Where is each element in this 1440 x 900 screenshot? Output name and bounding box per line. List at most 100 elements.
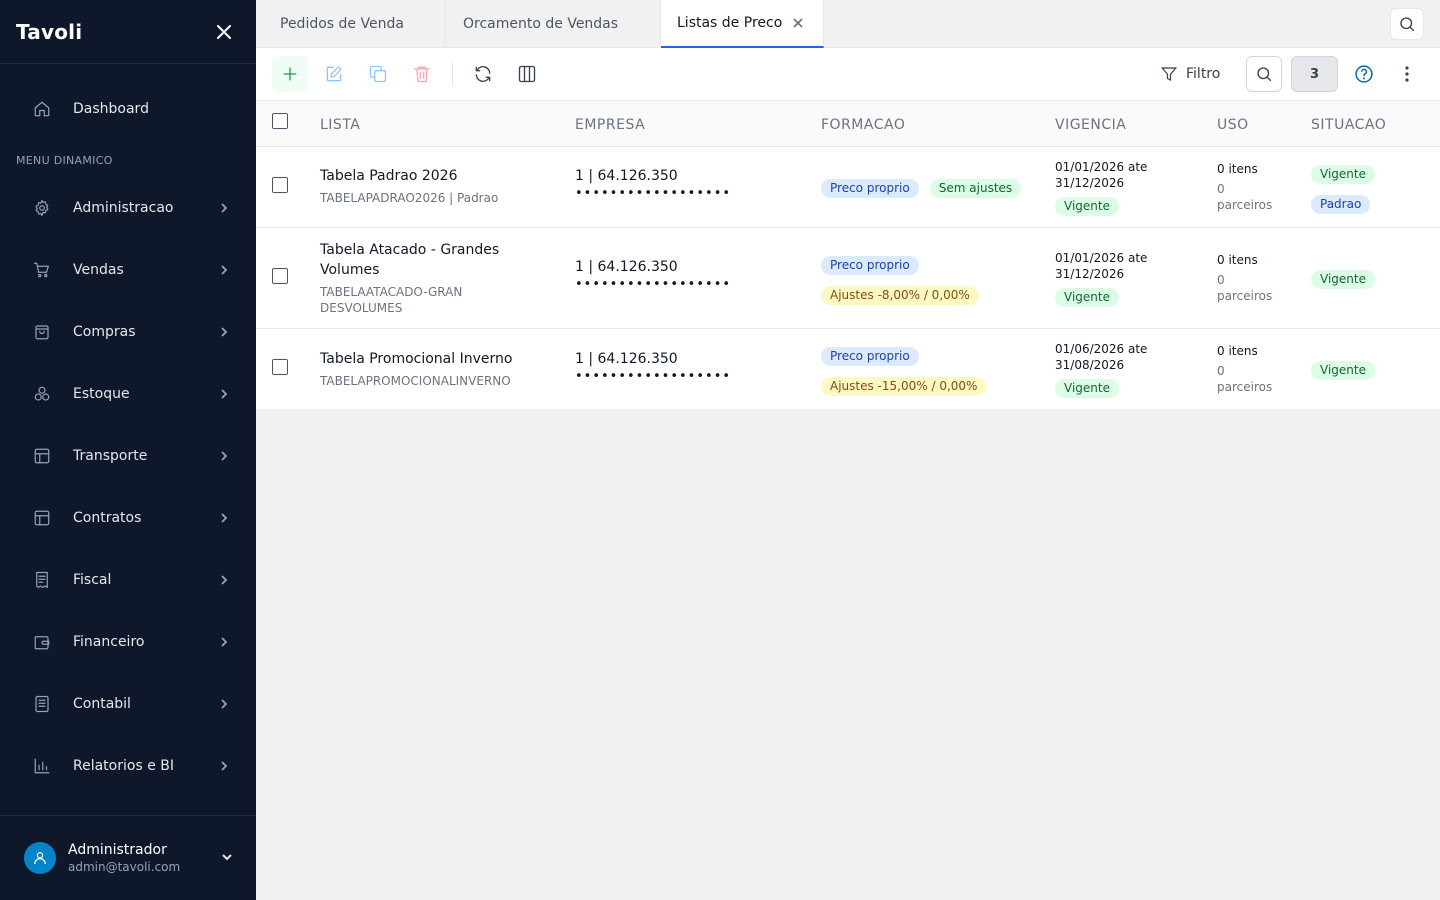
kebab-menu-icon <box>1405 66 1409 82</box>
sidebar-item-contabil[interactable]: Contabil <box>0 673 256 735</box>
copy-icon <box>369 65 387 83</box>
filter-icon <box>1160 67 1178 81</box>
global-search-button[interactable] <box>1390 8 1424 40</box>
status-badge: Vigente <box>1311 270 1375 289</box>
sidebar-item-contratos[interactable]: Contratos <box>0 487 256 549</box>
row-checkbox[interactable] <box>272 177 288 193</box>
empresa-masked: •••••••••••••••••• <box>575 186 732 201</box>
list-code: TABELAPROMOCIONALINVERNO <box>320 374 511 388</box>
chevron-right-icon <box>218 509 230 528</box>
column-header-uso[interactable]: USO <box>1217 117 1249 133</box>
avatar <box>24 842 56 874</box>
formacao-badge: Ajustes -15,00% / 0,00% <box>821 377 987 396</box>
wallet-icon <box>33 633 51 651</box>
tab-label: Orcamento de Vendas <box>463 16 619 32</box>
sidebar-item-label: Financeiro <box>73 634 145 650</box>
situacao-cell: Vigente <box>1311 359 1375 380</box>
lista-cell: Tabela Promocional Inverno TABELAPROMOCI… <box>320 349 550 389</box>
close-sidebar-button[interactable] <box>214 22 234 42</box>
formacao-badge: Preco proprio <box>821 256 919 275</box>
more-options-button[interactable] <box>1396 62 1418 86</box>
vigencia-cell: 01/06/2026 ate 31/08/2026 Vigente <box>1055 341 1175 398</box>
vigencia-cell: 01/01/2026 ate 31/12/2026 Vigente <box>1055 159 1175 216</box>
table-row[interactable]: Tabela Atacado - Grandes Volumes TABELAA… <box>256 228 1440 329</box>
filter-button[interactable]: Filtro <box>1160 58 1220 90</box>
situacao-cell: Vigente Padrao <box>1311 163 1375 214</box>
plus-icon <box>283 67 297 81</box>
status-badge: Vigente <box>1311 361 1375 380</box>
edit-button[interactable] <box>316 56 352 92</box>
formacao-badge: Preco proprio <box>821 347 919 366</box>
sidebar-item-compras[interactable]: Compras <box>0 301 256 363</box>
sidebar-item-label: Estoque <box>73 386 130 402</box>
uso-parceiros: 0 parceiros <box>1217 364 1273 394</box>
gear-icon <box>33 199 51 217</box>
uso-cell: 0 itens 0 parceiros <box>1217 161 1283 213</box>
columns-button[interactable] <box>509 56 545 92</box>
filter-label: Filtro <box>1186 66 1221 82</box>
select-all-checkbox[interactable] <box>272 113 288 129</box>
lista-cell: Tabela Padrao 2026 TABELAPADRAO2026 | Pa… <box>320 166 550 206</box>
layout-icon <box>33 447 51 465</box>
column-header-formacao[interactable]: FORMACAO <box>821 117 905 133</box>
row-checkbox[interactable] <box>272 359 288 375</box>
tab-bar: Pedidos de Venda Orcamento de Vendas Lis… <box>256 0 1440 48</box>
uso-parceiros: 0 parceiros <box>1217 273 1273 303</box>
list-code: TABELAATACADO-GRANDESVOLUMES <box>320 285 463 315</box>
empresa-cell: 1 | 64.126.350 •••••••••••••••••• <box>575 168 731 201</box>
vigencia-cell: 01/01/2026 ate 31/12/2026 Vigente <box>1055 250 1175 307</box>
user-menu[interactable]: Administrador admin@tavoli.com <box>0 815 256 900</box>
sidebar-item-vendas[interactable]: Vendas <box>0 239 256 301</box>
column-header-lista[interactable]: LISTA <box>320 117 360 133</box>
vigencia-status-badge: Vigente <box>1055 288 1119 307</box>
sidebar-item-fiscal[interactable]: Fiscal <box>0 549 256 611</box>
tab-listas-de-preco[interactable]: Listas de Preco <box>661 0 824 48</box>
record-count-badge: 3 <box>1291 56 1338 92</box>
trash-icon <box>413 66 431 83</box>
sidebar-item-dashboard[interactable]: Dashboard <box>0 87 256 131</box>
add-button[interactable] <box>272 56 308 92</box>
sidebar-item-relatorios-bi[interactable]: Relatorios e BI <box>0 735 256 797</box>
sidebar-item-label: Transporte <box>73 448 148 464</box>
table-row[interactable]: Tabela Padrao 2026 TABELAPADRAO2026 | Pa… <box>256 147 1440 228</box>
help-button[interactable] <box>1352 62 1376 86</box>
duplicate-button[interactable] <box>360 56 396 92</box>
refresh-button[interactable] <box>465 56 501 92</box>
user-info: Administrador admin@tavoli.com <box>68 842 220 874</box>
sidebar-item-label: Compras <box>73 324 136 340</box>
shopping-bag-icon <box>33 323 51 341</box>
columns-icon <box>518 65 536 83</box>
column-header-empresa[interactable]: EMPRESA <box>575 117 645 133</box>
close-tab-button[interactable] <box>792 17 804 29</box>
toolbar: Filtro 3 <box>256 48 1440 101</box>
list-name: Tabela Padrao 2026 <box>320 168 458 184</box>
row-checkbox[interactable] <box>272 268 288 284</box>
sidebar-item-estoque[interactable]: Estoque <box>0 363 256 425</box>
tab-label: Listas de Preco <box>677 15 783 31</box>
list-name: Tabela Atacado - Grandes Volumes <box>320 242 500 278</box>
table-row[interactable]: Tabela Promocional Inverno TABELAPROMOCI… <box>256 329 1440 409</box>
chevron-down-icon <box>220 849 234 868</box>
formacao-badge: Preco proprio <box>821 179 919 198</box>
empresa-masked: •••••••••••••••••• <box>575 277 732 292</box>
bar-chart-icon <box>33 757 51 775</box>
table-search-button[interactable] <box>1246 56 1282 92</box>
empresa-cell: 1 | 64.126.350 •••••••••••••••••• <box>575 351 731 384</box>
sidebar-item-administracao[interactable]: Administracao <box>0 177 256 239</box>
chevron-right-icon <box>218 757 230 776</box>
user-icon <box>34 852 46 865</box>
vigencia-date: 01/01/2026 ate 31/12/2026 <box>1055 160 1148 190</box>
tab-orcamento-de-vendas[interactable]: Orcamento de Vendas <box>439 0 661 48</box>
vigencia-date: 01/01/2026 ate 31/12/2026 <box>1055 251 1148 281</box>
column-header-situacao[interactable]: SITUACAO <box>1311 117 1386 133</box>
sidebar-item-transporte[interactable]: Transporte <box>0 425 256 487</box>
boxes-icon <box>33 385 51 403</box>
delete-button[interactable] <box>404 56 440 92</box>
column-header-vigencia[interactable]: VIGENCIA <box>1055 117 1126 133</box>
menu-section-label: MENU DINAMICO <box>16 154 113 167</box>
cart-icon <box>33 261 51 279</box>
tab-pedidos-de-venda[interactable]: Pedidos de Venda <box>256 0 446 48</box>
sidebar-item-financeiro[interactable]: Financeiro <box>0 611 256 673</box>
vigencia-status-badge: Vigente <box>1055 197 1119 216</box>
chevron-right-icon <box>218 571 230 590</box>
